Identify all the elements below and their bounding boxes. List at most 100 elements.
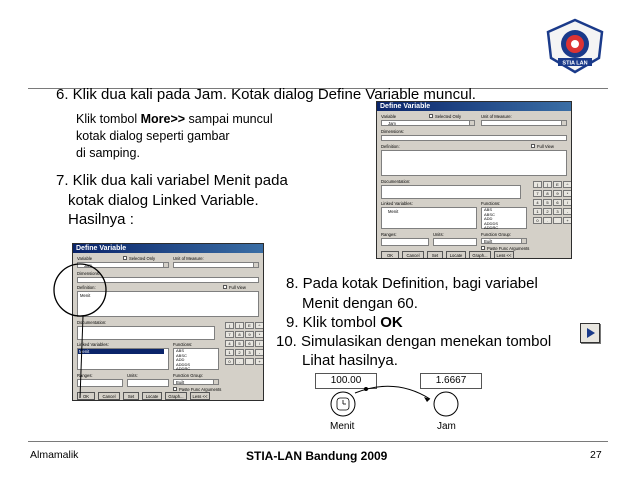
keypad-key[interactable]: ^: [255, 322, 263, 329]
dialog-button-set[interactable]: Set: [427, 251, 443, 258]
keypad-key[interactable]: 1: [533, 208, 542, 215]
full-view-checkbox[interactable]: [531, 144, 535, 148]
variable-label: Variable: [381, 114, 397, 119]
keypad-key[interactable]: +: [255, 358, 263, 365]
variable-select[interactable]: Jam: [77, 262, 169, 268]
keypad-key[interactable]: .: [543, 217, 552, 224]
function-group-select[interactable]: Built: [173, 379, 219, 385]
step-9: 9. Klik tombol OK: [286, 314, 403, 331]
step-6-note-line-1: Klik tombol More>> sampai muncul: [76, 112, 273, 126]
keypad-key[interactable]: 1: [225, 349, 234, 356]
keypad-key[interactable]: 6: [553, 199, 562, 206]
keypad-key[interactable]: 0: [225, 358, 234, 365]
function-group-select[interactable]: Built: [481, 238, 527, 244]
keypad-key[interactable]: 4: [225, 340, 234, 347]
keypad-key[interactable]: 9: [553, 190, 562, 197]
dialog-button-graph[interactable]: Graph...: [165, 392, 187, 400]
keypad-key[interactable]: 8: [235, 331, 244, 338]
keypad-key[interactable]: E: [553, 181, 562, 188]
full-view-checkbox[interactable]: [223, 285, 227, 289]
keypad-key[interactable]: 7: [533, 190, 542, 197]
dimensions-field[interactable]: [77, 277, 259, 283]
step-10-line-1: 10. Simulasikan dengan menekan tombol: [276, 333, 552, 350]
selected-only-label: Selected Only: [129, 256, 156, 261]
svg-text:STIA LAN: STIA LAN: [562, 61, 587, 67]
keypad-key[interactable]: +: [563, 217, 571, 224]
functions-list[interactable]: ABS ABSC ADD ADDDS ADDRC: [481, 207, 527, 230]
keypad-key[interactable]: 0: [533, 217, 542, 224]
keypad-key[interactable]: -: [255, 349, 263, 356]
units-field[interactable]: [433, 238, 477, 246]
documentation-label: Documentation:: [381, 179, 411, 184]
paste-func-checkbox[interactable]: [481, 246, 485, 250]
keypad-key[interactable]: (: [533, 181, 542, 188]
dialog-button-ok[interactable]: OK: [381, 251, 399, 258]
keypad-key[interactable]: 4: [533, 199, 542, 206]
variable-select[interactable]: Jam: [381, 120, 475, 126]
ranges-field[interactable]: [381, 238, 429, 246]
full-view-label: Full View: [229, 285, 246, 290]
jam-node-icon: [433, 391, 459, 417]
keypad-key[interactable]: [245, 358, 254, 365]
keypad-key[interactable]: ^: [563, 181, 571, 188]
keypad-key[interactable]: 9: [245, 331, 254, 338]
dimensions-field[interactable]: [381, 135, 567, 141]
function-group-label: Function Group:: [173, 373, 204, 378]
unit-select[interactable]: [173, 262, 259, 268]
dialog-button-cancel[interactable]: Cancel: [98, 392, 120, 400]
keypad-key[interactable]: 8: [543, 190, 552, 197]
dialog-button-less[interactable]: Less <<: [494, 251, 514, 258]
step-7-line-3: Hasilnya :: [68, 211, 134, 228]
functions-list[interactable]: ABS ABSC ADD ADDDS ADDRC: [173, 348, 219, 371]
keypad-key[interactable]: 5: [235, 340, 244, 347]
function-group-label: Function Group:: [481, 232, 512, 237]
selected-only-checkbox[interactable]: [429, 114, 433, 118]
ranges-label: Ranges:: [77, 373, 93, 378]
paste-func-checkbox[interactable]: [173, 387, 177, 391]
page-number: 27: [590, 449, 602, 461]
documentation-field[interactable]: [381, 185, 521, 199]
units-label: Units:: [433, 232, 444, 237]
documentation-field[interactable]: [77, 326, 215, 340]
dialog-button-set[interactable]: Set: [123, 392, 139, 400]
define-variable-dialog-top: Define Variable Variable Selected Only U…: [376, 101, 572, 259]
dialog-title: Define Variable: [73, 244, 263, 253]
keypad-key[interactable]: .: [235, 358, 244, 365]
play-icon: [587, 328, 595, 338]
keypad-key[interactable]: 2: [235, 349, 244, 356]
ranges-field[interactable]: [77, 379, 123, 387]
units-field[interactable]: [127, 379, 169, 387]
keypad-key[interactable]: -: [563, 208, 571, 215]
dialog-button-locate[interactable]: Locate: [142, 392, 162, 400]
definition-field[interactable]: Menit: [77, 291, 259, 317]
run-simulation-button[interactable]: [580, 323, 600, 343]
keypad-key[interactable]: 2: [543, 208, 552, 215]
dialog-button-locate[interactable]: Locate: [446, 251, 466, 258]
keypad-key[interactable]: (: [225, 322, 234, 329]
dialog-button-ok[interactable]: OK: [77, 392, 95, 400]
keypad-key[interactable]: *: [255, 331, 263, 338]
keypad-key[interactable]: E: [245, 322, 254, 329]
selected-only-checkbox[interactable]: [123, 256, 127, 260]
dialog-button-less[interactable]: Less <<: [190, 392, 210, 400]
keypad-key[interactable]: ): [235, 322, 244, 329]
keypad-key[interactable]: ): [543, 181, 552, 188]
step-10-line-2: Lihat hasilnya.: [302, 352, 398, 369]
definition-field[interactable]: [381, 150, 567, 176]
keypad-key[interactable]: *: [563, 190, 571, 197]
keypad-key[interactable]: 7: [225, 331, 234, 338]
keypad-key[interactable]: 3: [245, 349, 254, 356]
jam-node-label: Jam: [437, 421, 456, 432]
linked-variables-list[interactable]: Menit: [381, 207, 477, 229]
keypad-key[interactable]: /: [563, 199, 571, 206]
keypad-key[interactable]: /: [255, 340, 263, 347]
linked-variables-list[interactable]: Menit: [77, 348, 169, 370]
definition-label: Definition:: [77, 285, 96, 290]
keypad-key[interactable]: 3: [553, 208, 562, 215]
unit-select[interactable]: [481, 120, 567, 126]
keypad-key[interactable]: 6: [245, 340, 254, 347]
dialog-button-cancel[interactable]: Cancel: [402, 251, 424, 258]
dialog-button-graph[interactable]: Graph...: [469, 251, 491, 258]
keypad-key[interactable]: 5: [543, 199, 552, 206]
keypad-key[interactable]: [553, 217, 562, 224]
